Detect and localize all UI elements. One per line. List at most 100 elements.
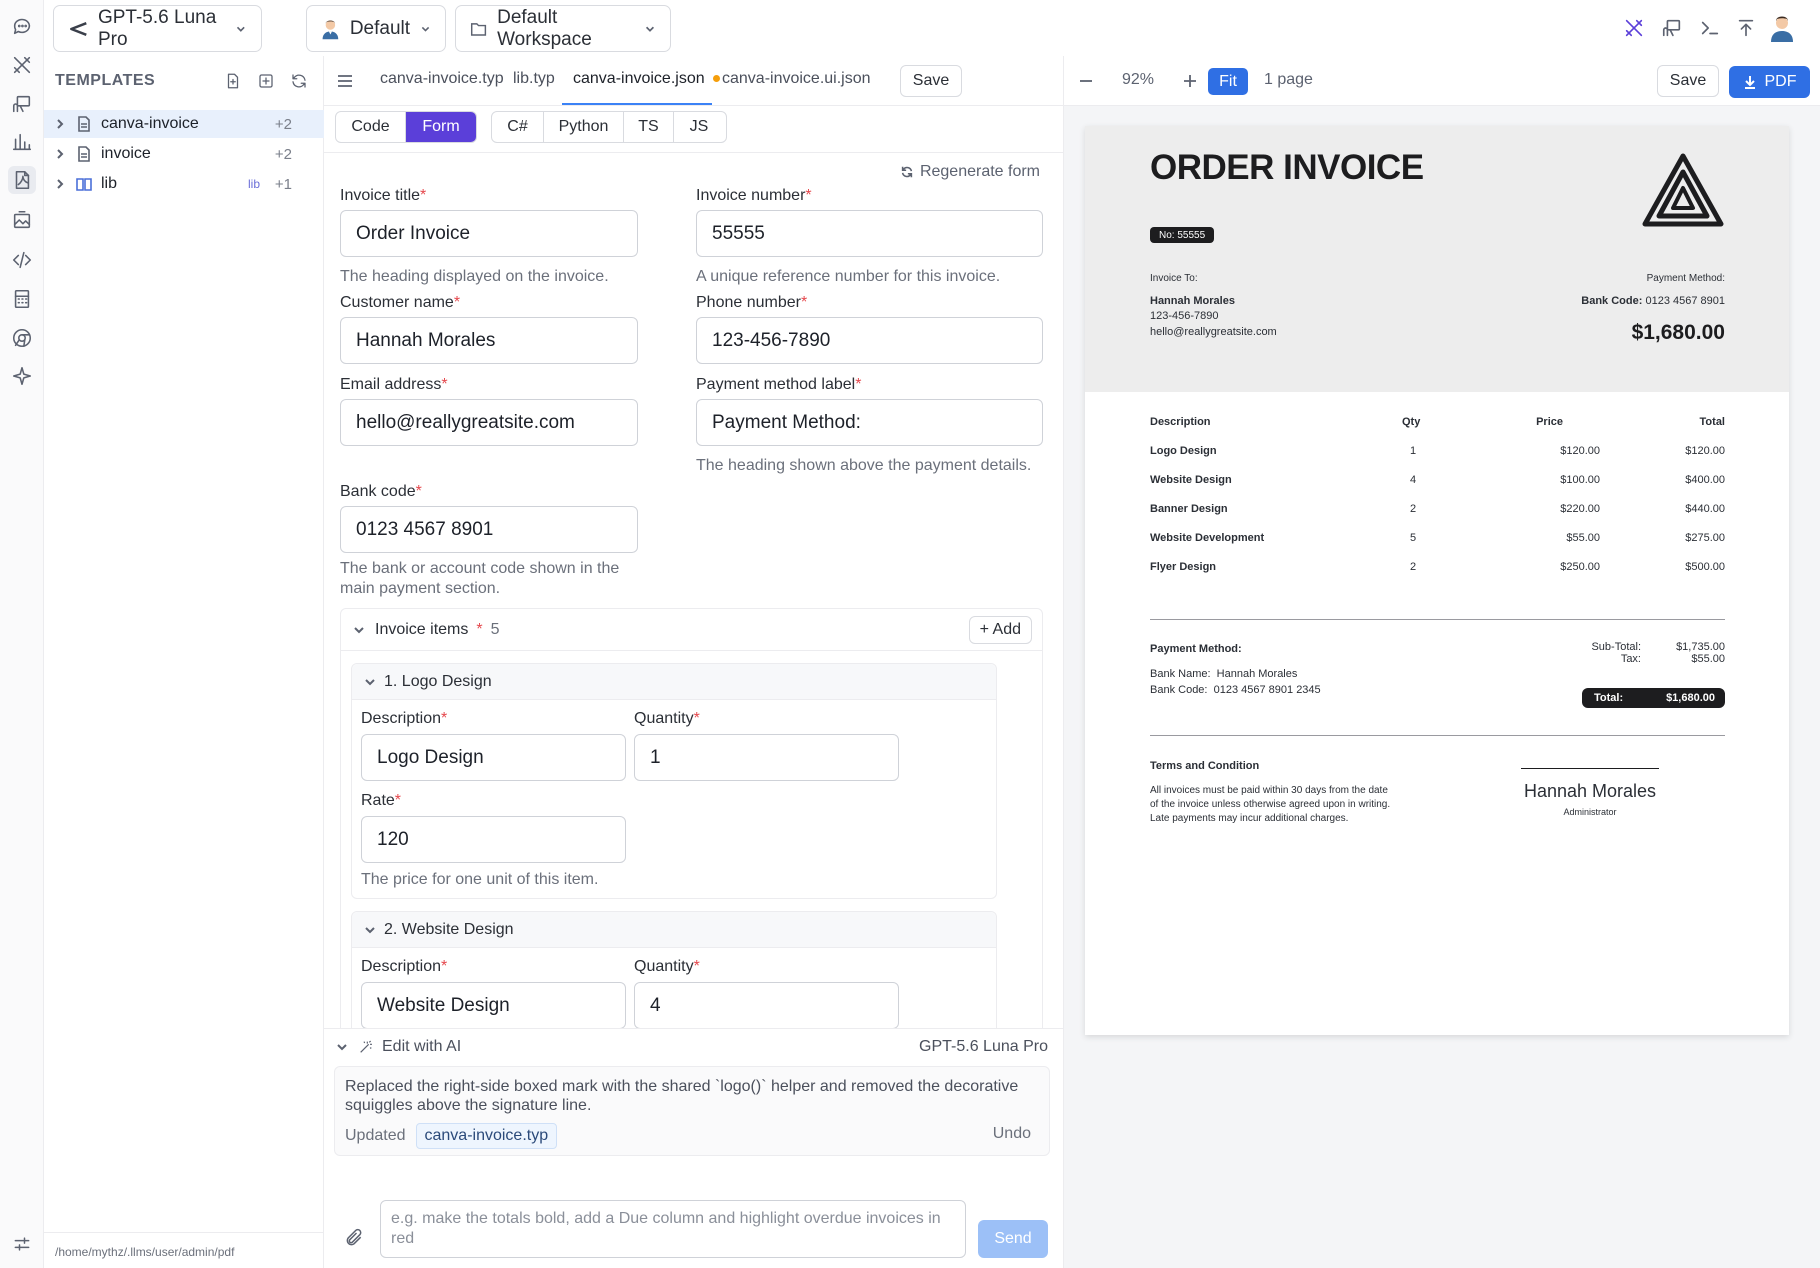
persona-label: Default [349,17,411,39]
preview-save-button[interactable]: Save [1657,65,1719,97]
presenter-icon[interactable] [8,90,36,118]
customer-email: hello@reallygreatsite.com [1150,326,1277,338]
book-icon [76,178,92,191]
chevron-down-icon [421,26,430,32]
phone-number-input[interactable]: 123-456-7890 [696,317,1043,364]
zoom-in-icon[interactable] [1182,73,1198,89]
menu-icon[interactable] [336,72,354,90]
calculator-icon[interactable] [8,285,36,313]
chat-icon[interactable] [8,12,36,40]
tab-lib-typ[interactable]: lib.typ [513,70,555,88]
chart-icon[interactable] [8,128,36,156]
invoice-title-label: Invoice title* [340,187,427,204]
new-file-icon[interactable] [222,70,244,92]
mode-code[interactable]: Code [336,112,406,142]
persona-selector[interactable]: Default [306,5,446,52]
attach-icon[interactable] [344,1228,364,1248]
mode-form[interactable]: Form [406,112,476,142]
model-selector[interactable]: GPT-5.6 Luna Pro [53,5,262,52]
customer-name-input[interactable]: Hannah Morales [340,317,638,364]
image-icon[interactable] [8,206,36,234]
tools-icon[interactable] [8,51,36,79]
row-desc: Website Design [1150,474,1232,486]
payment-label-input[interactable]: Payment Method: [696,399,1043,446]
triangle-logo-icon [1642,153,1724,227]
lang-ts[interactable]: TS [624,112,674,142]
email-input[interactable]: hello@reallygreatsite.com [340,399,638,446]
invoice-items-header[interactable]: Invoice items * 5 + Add [341,609,1042,651]
workspace-selector[interactable]: Default Workspace [455,5,671,52]
tab-canva-invoice-json[interactable]: canva-invoice.json [573,70,720,88]
lang-csharp[interactable]: C# [492,112,544,142]
label-text: Bank code [340,483,416,500]
sidebar-footer: /home/mythz/.llms/user/admin/pdf [44,1232,324,1268]
row-total: $440.00 [1685,503,1725,515]
total-pill: Total: $1,680.00 [1582,688,1725,708]
item-1-rate-input[interactable]: 120 [361,816,626,863]
item-2-qty-input[interactable]: 4 [634,982,899,1028]
send-button[interactable]: Send [978,1220,1048,1258]
pdf-icon[interactable] [8,166,36,194]
item-1-header[interactable]: 1. Logo Design [352,664,996,700]
fit-button[interactable]: Fit [1208,68,1248,95]
tab-canva-invoice-ui-json[interactable]: canva-invoice.ui.json [722,70,871,88]
row-total: $400.00 [1685,474,1725,486]
edit-with-ai-header[interactable]: Edit with AI GPT-5.6 Luna Pro [324,1028,1064,1064]
bank-code-line: Bank Code: 0123 4567 8901 [1581,293,1725,309]
file-icon [78,146,90,162]
tree-item-lib[interactable]: lib lib +1 [44,170,324,198]
activity-rail [0,0,44,1268]
upload-icon[interactable] [1730,12,1762,44]
table-row: Flyer Design 2 $250.00 $500.00 [1150,561,1725,577]
ai-response-card: Replaced the right-side boxed mark with … [334,1066,1050,1156]
lang-js[interactable]: JS [674,112,724,142]
invoice-title-input[interactable]: Order Invoice [340,210,638,257]
item-2-desc-input[interactable]: Website Design [361,982,626,1028]
page-count: 1 page [1264,71,1313,88]
chrome-icon[interactable] [8,324,36,352]
new-folder-icon[interactable] [255,70,277,92]
item-1-qty-input[interactable]: 1 [634,734,899,781]
total-label: Total: [1594,692,1624,704]
tools-active-icon[interactable] [1618,12,1650,44]
bank-name-value: Hannah Morales [1216,668,1298,680]
payment-method-heading: Payment Method: [1150,643,1242,655]
updated-file-chip[interactable]: canva-invoice.typ [415,1123,558,1149]
refresh-icon[interactable] [288,70,310,92]
tax-label: Tax: [1620,653,1641,665]
sparkle-icon[interactable] [8,362,36,390]
save-button[interactable]: Save [900,65,962,97]
ai-updated-row: Updated canva-invoice.typ [345,1123,558,1149]
tree-item-invoice[interactable]: invoice +2 [44,140,324,168]
row-desc: Banner Design [1150,503,1228,515]
pdf-download-button[interactable]: PDF [1729,66,1810,98]
lang-python[interactable]: Python [544,112,624,142]
terminal-icon[interactable] [1694,12,1726,44]
item-1-rate-help: The price for one unit of this item. [361,871,599,888]
ai-prompt-input[interactable]: e.g. make the totals bold, add a Due col… [380,1200,966,1258]
phone-number-label: Phone number* [696,294,808,311]
user-avatar[interactable] [1766,12,1798,44]
regenerate-form-button[interactable]: Regenerate form [900,163,1040,181]
settings-sliders-icon[interactable] [12,1234,32,1254]
tab-canva-invoice-typ[interactable]: canva-invoice.typ [380,70,504,88]
code-icon[interactable] [8,246,36,274]
tree-item-canva-invoice[interactable]: canva-invoice +2 [44,110,324,138]
tree-item-badge: +2 [274,145,292,163]
bank-code2-line: Bank Code: 0123 4567 8901 2345 [1150,682,1321,698]
invoice-number-input[interactable]: 55555 [696,210,1043,257]
item-1-desc-input[interactable]: Logo Design [361,734,626,781]
invoice-to-label: Invoice To: [1150,273,1198,284]
invoice-item-1: 1. Logo Design Description* Logo Design … [351,663,997,899]
row-desc: Website Development [1150,532,1265,544]
bank-code-input[interactable]: 0123 4567 8901 [340,506,638,553]
presenter-icon[interactable] [1656,12,1688,44]
edit-with-ai-title: Edit with AI [382,1037,462,1055]
item-1-qty-label: Quantity* [634,710,700,727]
undo-button[interactable]: Undo [993,1125,1031,1143]
item-2-header[interactable]: 2. Website Design [352,912,996,948]
col-price: Price [1536,416,1563,428]
zoom-out-icon[interactable] [1078,73,1094,89]
customer-name: Hannah Morales [1150,295,1235,307]
add-item-button[interactable]: + Add [968,616,1032,644]
